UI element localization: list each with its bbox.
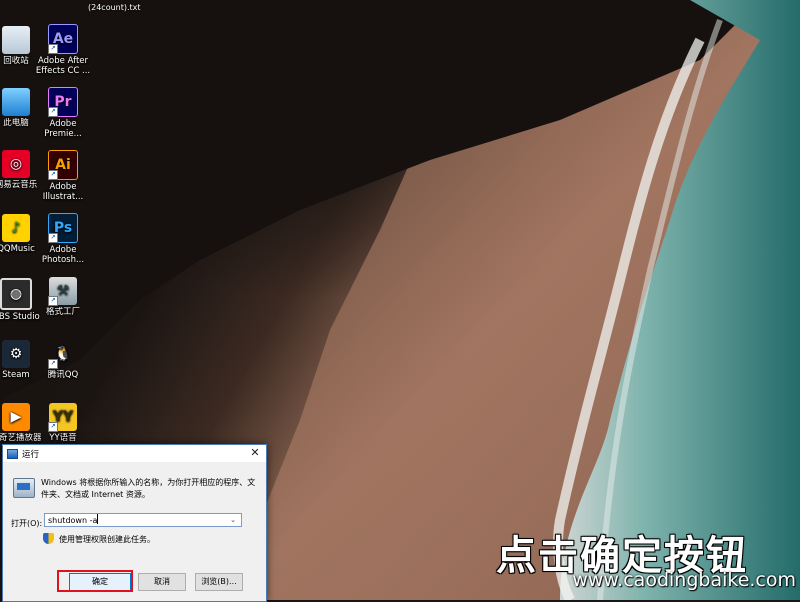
player-icon: ▶: [2, 403, 30, 431]
adobe-photoshop-icon: Ps ↗: [48, 213, 78, 243]
browse-button[interactable]: 浏览(B)...: [195, 573, 243, 591]
shortcut-arrow-icon: ↗: [48, 359, 58, 369]
shortcut-arrow-icon: ↗: [48, 422, 58, 432]
run-dialog: 运行 ✕ Windows 将根据你所输入的名称，为你打开相应的程序、文件夹、文档…: [2, 444, 267, 602]
icon-glyph-text: Ae: [52, 31, 74, 47]
open-label: 打开(O):: [11, 519, 43, 528]
obs-icon: ◍: [0, 278, 32, 310]
steam-icon: ⚙: [2, 340, 30, 368]
computer-icon: [2, 88, 30, 116]
admin-privilege-note: 使用管理权限创建此任务。: [59, 535, 155, 544]
run-description: Windows 将根据你所输入的名称，为你打开相应的程序、文件夹、文档或 Int…: [41, 478, 256, 499]
shortcut-arrow-icon: ↗: [48, 44, 58, 54]
run-program-icon: [13, 478, 35, 498]
run-app-small-icon: [7, 448, 18, 459]
desktop-icon-label: Adobe Illustrat...: [42, 182, 84, 202]
desktop-icon-label: Adobe After Effects CC ...: [35, 56, 91, 76]
desktop-icon-format-factory[interactable]: ⚒ ↗ 格式工厂: [33, 277, 93, 317]
run-dialog-titlebar[interactable]: 运行: [3, 445, 266, 462]
adobe-after-effects-icon: Ae ↗: [48, 24, 78, 54]
shortcut-arrow-icon: ↗: [48, 233, 58, 243]
desktop-icon-label: 格式工厂: [45, 307, 80, 317]
desktop-icon-label: Adobe Premie...: [44, 119, 82, 139]
text-caret: [97, 514, 99, 524]
run-dialog-title: 运行: [22, 449, 40, 460]
recycle-bin-icon: [2, 26, 30, 54]
shortcut-arrow-icon: ↗: [48, 296, 58, 306]
desktop-icon-label: Adobe Photosh...: [41, 245, 85, 265]
desktop-icon-yy-voice[interactable]: YY ↗ YY语音: [33, 403, 93, 443]
qqmusic-icon: ♪: [2, 214, 30, 242]
shortcut-arrow-icon: ↗: [48, 170, 58, 180]
icon-glyph-text: ⚒: [56, 283, 70, 299]
icon-glyph-text: Pr: [54, 94, 72, 110]
format-factory-icon: ⚒ ↗: [48, 277, 77, 306]
icon-glyph-text: 🐧: [54, 346, 72, 362]
open-command-input[interactable]: shutdown -a ⌄: [44, 513, 242, 527]
watermark-url: www.caodingbaike.com: [572, 569, 796, 591]
adobe-illustrator-icon: Ai ↗: [48, 150, 78, 180]
shortcut-arrow-icon: ↗: [48, 107, 58, 117]
icon-glyph-text: YY: [52, 409, 74, 425]
desktop-icon-after-effects[interactable]: Ae ↗ Adobe After Effects CC ...: [33, 24, 93, 76]
desktop-icon-illustrator[interactable]: Ai ↗ Adobe Illustrat...: [33, 150, 93, 202]
ok-button-highlight: [57, 570, 133, 592]
desktop-icon-photoshop[interactable]: Ps ↗ Adobe Photosh...: [33, 213, 93, 265]
desktop-icon-premiere[interactable]: Pr ↗ Adobe Premie...: [33, 87, 93, 139]
icon-glyph-text: Ai: [55, 157, 71, 173]
desktop-icon-label: YY语音: [49, 433, 77, 443]
icon-glyph-text: Ps: [53, 220, 73, 236]
uac-shield-icon: [43, 533, 54, 544]
qq-penguin-icon: 🐧 ↗: [48, 340, 77, 369]
desktop-icon-label: 腾讯QQ: [47, 370, 79, 380]
open-command-value: shutdown -a: [48, 516, 98, 525]
close-button[interactable]: ✕: [248, 446, 262, 459]
yy-voice-icon: YY ↗: [48, 403, 77, 432]
chevron-down-icon[interactable]: ⌄: [228, 514, 238, 526]
netease-music-icon: ◎: [2, 150, 30, 178]
file-label-fragment[interactable]: (24count).txt: [88, 3, 141, 12]
desktop-icon-tencent-qq[interactable]: 🐧 ↗ 腾讯QQ: [33, 340, 93, 380]
adobe-premiere-icon: Pr ↗: [48, 87, 78, 117]
cancel-button[interactable]: 取消: [138, 573, 186, 591]
